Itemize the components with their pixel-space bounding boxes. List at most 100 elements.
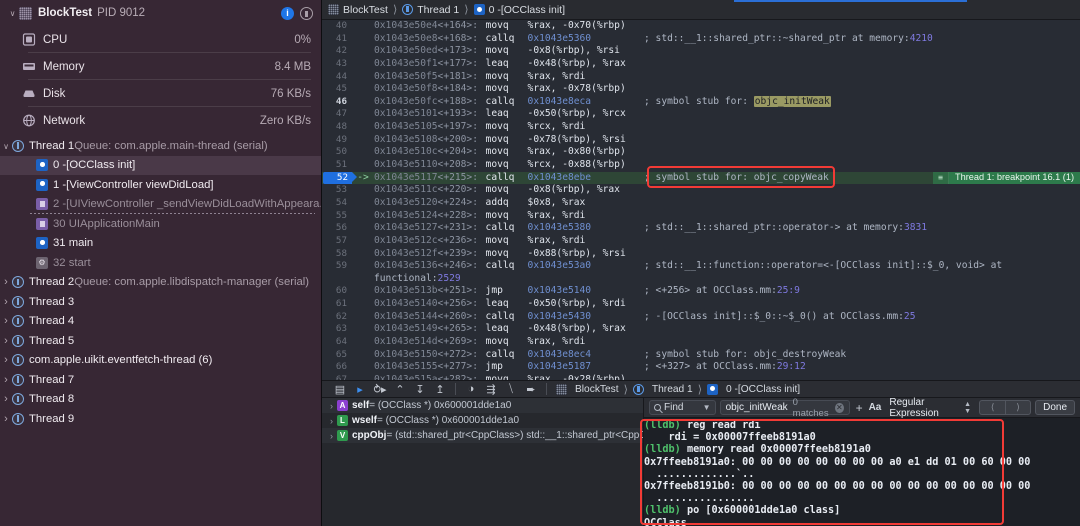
disassembly-line[interactable]: functional:2529 (322, 273, 1080, 286)
thread-tree[interactable]: Thread 1 Queue: com.apple.main-thread (s… (0, 134, 321, 429)
debug-breadcrumb[interactable]: BlockTest ⟩ Thread 1 ⟩ 0 -[OCClass init] (556, 383, 800, 396)
disassembly-line[interactable]: 400x1043e50e4<+164>:movq%rax, -0x70(%rbp… (322, 20, 1080, 33)
disclosure-triangle-icon[interactable] (0, 276, 12, 288)
thread-row[interactable]: com.apple.uikit.eventfetch-thread (6) (0, 351, 321, 371)
disassembly-line[interactable]: 610x1043e5140<+256>:leaq-0x50(%rbp), %rd… (322, 298, 1080, 311)
variable-row[interactable]: ›Aself = (OCClass *) 0x600001dde1a0 (322, 398, 643, 413)
disassembly-line[interactable]: 600x1043e513b<+251>:jmp0x1043e5140; <+25… (322, 285, 1080, 298)
disassembly-line[interactable]: 480x1043e5105<+197>:movq%rcx, %rdi (322, 121, 1080, 134)
disassembly-line-current[interactable]: 5252->0x1043e5117<+215>:callq0x1043e8ebe… (322, 172, 1080, 185)
debug-crumb-app[interactable]: BlockTest (556, 384, 619, 395)
find-mode-dropdown[interactable]: Regular Expression ▲▼ (885, 400, 975, 415)
disclosure-triangle-icon[interactable] (0, 374, 12, 386)
thread-row[interactable]: Thread 5 (0, 331, 321, 351)
debug-crumb-frame[interactable]: 0 -[OCClass init] (707, 384, 800, 395)
variables-view[interactable]: ›Aself = (OCClass *) 0x600001dde1a0›Lwse… (322, 398, 644, 526)
console-output[interactable]: (lldb) reg read rdi rdi = 0x00007ffeeb81… (644, 418, 1080, 526)
stack-frame-row[interactable]: 1 -[ViewController viewDidLoad] (0, 175, 321, 195)
breakpoint-marker[interactable]: 52 (323, 172, 352, 183)
disassembly-line[interactable]: 620x1043e5144<+260>:callq0x1043e5430; -[… (322, 311, 1080, 324)
debug-toolbar[interactable]: ▤ ▸ ⥁▸ ⌃ ↧ ↥ ◑ ⇶ ⧹ ➨ BlockTest ⟩ (322, 381, 1080, 398)
match-case-button[interactable]: Aa (869, 402, 882, 413)
disassembly-line[interactable]: 410x1043e50e8<+168>:callq0x1043e5360; st… (322, 33, 1080, 46)
disclosure-triangle-icon[interactable] (0, 354, 12, 366)
console-find-bar[interactable]: Find ▼ objc_initWeak 0 matches ✕ + Aa Re… (644, 398, 1080, 418)
jumpbar-crumb-frame[interactable]: 0 -[OCClass init] (474, 4, 565, 16)
disassembly-line[interactable]: 630x1043e5149<+265>:leaq-0x48(%rbp), %ra… (322, 323, 1080, 336)
hamburger-icon[interactable]: ≡ (933, 172, 949, 184)
variable-row[interactable]: ›VcppObj = (std::shared_ptr<CppClass>) s… (322, 428, 643, 443)
find-scope-dropdown[interactable]: Find ▼ (649, 400, 716, 415)
view-hierarchy-icon[interactable]: ◑ (461, 381, 481, 397)
disassembly-line[interactable]: 450x1043e50f8<+184>:movq%rax, -0x78(%rbp… (322, 83, 1080, 96)
memory-graph-icon[interactable]: ⇶ (481, 381, 501, 397)
disassembly-view[interactable]: 400x1043e50e4<+164>:movq%rax, -0x70(%rbp… (322, 20, 1080, 380)
find-prev-button[interactable]: ⟨ (979, 400, 1005, 415)
jumpbar-crumb-thread[interactable]: Thread 1 (402, 4, 459, 16)
disassembly-line[interactable]: 580x1043e512f<+239>:movq-0x88(%rbp), %rs… (322, 248, 1080, 261)
step-over-icon[interactable]: ⥁▸ (370, 381, 390, 397)
add-filter-button[interactable]: + (854, 401, 865, 415)
thread-row[interactable]: Thread 7 (0, 370, 321, 390)
thread-row[interactable]: Thread 9 (0, 409, 321, 429)
stack-frame-row[interactable]: 30 UIApplicationMain (0, 214, 321, 234)
step-out-icon[interactable]: ↥ (430, 381, 450, 397)
thread-row[interactable]: Thread 2 Queue: com.apple.libdispatch-ma… (0, 273, 321, 293)
step-into-down-icon[interactable]: ↧ (410, 381, 430, 397)
disclosure-triangle-icon[interactable] (0, 315, 12, 327)
console-pane[interactable]: Find ▼ objc_initWeak 0 matches ✕ + Aa Re… (644, 398, 1080, 526)
thread-row[interactable]: Thread 3 (0, 292, 321, 312)
gauge-row-network[interactable]: Network Zero KB/s (0, 107, 321, 134)
disassembly-line[interactable]: 500x1043e510c<+204>:movq%rax, -0x80(%rbp… (322, 146, 1080, 159)
thread-row[interactable]: Thread 8 (0, 390, 321, 410)
disassembly-line[interactable]: 650x1043e5150<+272>:callq0x1043e8ec4; sy… (322, 349, 1080, 362)
disclosure-triangle-icon[interactable]: › (326, 416, 337, 426)
disclosure-triangle-icon[interactable] (0, 141, 12, 151)
disclosure-triangle-icon[interactable] (0, 335, 12, 347)
close-icon[interactable]: ✕ (835, 403, 844, 413)
simulate-location-icon[interactable]: ➨ (521, 381, 541, 397)
find-input[interactable]: objc_initWeak 0 matches ✕ (720, 400, 850, 415)
find-nav-buttons[interactable]: ⟨ ⟩ (979, 400, 1031, 415)
gauge-row-disk[interactable]: Disk 76 KB/s (0, 80, 321, 107)
disassembly-line[interactable]: 590x1043e5136<+246>:callq0x1043e53a0; st… (322, 260, 1080, 273)
find-done-button[interactable]: Done (1035, 400, 1075, 415)
thread-row[interactable]: Thread 4 (0, 312, 321, 332)
gauge-row-cpu[interactable]: CPU 0% (0, 26, 321, 53)
stack-frame-row[interactable]: 0 -[OCClass init] (0, 156, 321, 176)
process-disclosure-icon[interactable] (6, 9, 19, 18)
disassembly-line[interactable]: 660x1043e5155<+277>:jmp0x1043e5187; <+32… (322, 361, 1080, 374)
stack-frame-row[interactable]: 2 -[UIViewController _sendViewDidLoadWit… (0, 195, 321, 215)
disassembly-line[interactable]: 460x1043e50fc<+188>:callq0x1043e8eca; sy… (322, 96, 1080, 109)
disassembly-line[interactable]: 530x1043e511c<+220>:movq-0x8(%rbp), %rax (322, 184, 1080, 197)
find-next-button[interactable]: ⟩ (1005, 400, 1031, 415)
process-header-row[interactable]: BlockTest PID 9012 i (0, 0, 321, 26)
disassembly-line[interactable]: 640x1043e514d<+269>:movq%rax, %rdi (322, 336, 1080, 349)
info-badge-icon[interactable]: i (281, 7, 294, 20)
continue-icon[interactable]: ▸ (350, 381, 370, 397)
disassembly-line[interactable]: 420x1043e50ed<+173>:movq-0x8(%rbp), %rsi (322, 45, 1080, 58)
disassembly-line[interactable]: 510x1043e5110<+208>:movq%rcx, -0x88(%rbp… (322, 159, 1080, 172)
hide-debug-area-icon[interactable]: ▤ (330, 381, 350, 397)
jump-bar[interactable]: BlockTest ⟩ Thread 1 ⟩ 0 -[OCClass init] (322, 0, 1080, 20)
disassembly-line[interactable]: 490x1043e5108<+200>:movq-0x78(%rbp), %rs… (322, 134, 1080, 147)
disclosure-triangle-icon[interactable] (0, 393, 12, 405)
variable-row[interactable]: ›Lwself = (OCClass *) 0x600001dde1a0 (322, 413, 643, 428)
disclosure-triangle-icon[interactable] (0, 413, 12, 425)
step-into-icon[interactable]: ⌃ (390, 381, 410, 397)
disassembly-line[interactable]: 550x1043e5124<+228>:movq%rax, %rdi (322, 210, 1080, 223)
stack-frame-row[interactable]: 31 main (0, 234, 321, 254)
disassembly-line[interactable]: 540x1043e5120<+224>:addq$0x8, %rax (322, 197, 1080, 210)
breakpoint-banner[interactable]: ≡Thread 1: breakpoint 16.1 (1) (933, 172, 1080, 184)
gauge-row-memory[interactable]: Memory 8.4 MB (0, 53, 321, 80)
environment-overrides-icon[interactable]: ⧹ (501, 381, 521, 397)
disassembly-line[interactable]: 560x1043e5127<+231>:callq0x1043e5380; st… (322, 222, 1080, 235)
disassembly-line[interactable]: 440x1043e50f5<+181>:movq%rax, %rdi (322, 71, 1080, 84)
disclosure-triangle-icon[interactable] (0, 296, 12, 308)
jumpbar-crumb-app[interactable]: BlockTest (328, 4, 388, 16)
disassembly-line[interactable]: 670x1043e515a<+282>:movq%rax, -0x28(%rbp… (322, 374, 1080, 380)
disclosure-triangle-icon[interactable]: › (326, 401, 337, 411)
disassembly-line[interactable]: 570x1043e512c<+236>:movq%rax, %rdi (322, 235, 1080, 248)
debug-crumb-thread[interactable]: Thread 1 (633, 384, 693, 395)
debug-navigator[interactable]: BlockTest PID 9012 i CPU 0% Memory (0, 0, 322, 526)
